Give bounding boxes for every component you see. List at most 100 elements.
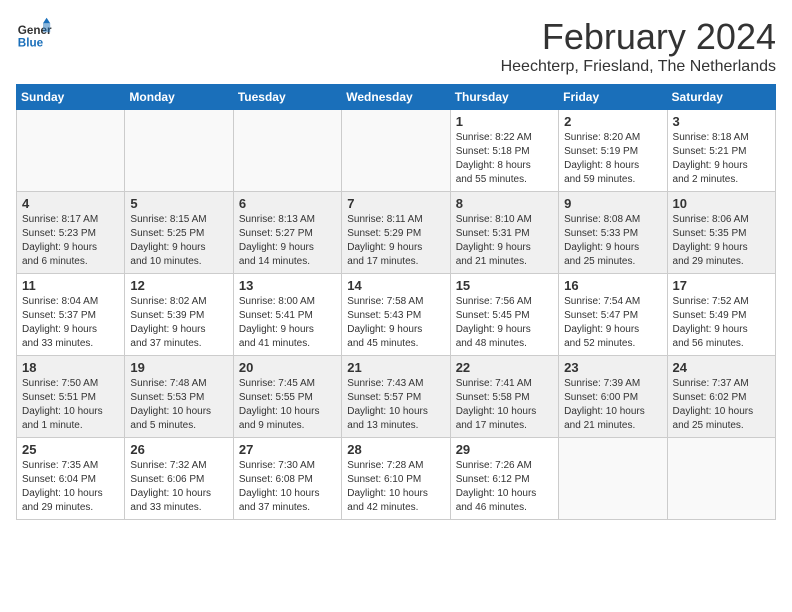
week-row-1: 1 Sunrise: 8:22 AM Sunset: 5:18 PM Daylig… bbox=[17, 110, 776, 192]
day-info: Sunrise: 7:54 AM Sunset: 5:47 PM Dayligh… bbox=[564, 295, 661, 351]
day-cell bbox=[559, 438, 667, 520]
day-cell: 2 Sunrise: 8:20 AM Sunset: 5:19 PM Daylig… bbox=[559, 110, 667, 192]
day-number: 16 bbox=[564, 278, 661, 293]
day-cell bbox=[125, 110, 233, 192]
col-header-tuesday: Tuesday bbox=[233, 85, 341, 110]
day-cell: 3 Sunrise: 8:18 AM Sunset: 5:21 PM Daylig… bbox=[667, 110, 775, 192]
day-cell: 19 Sunrise: 7:48 AM Sunset: 5:53 PM Dayli… bbox=[125, 356, 233, 438]
col-header-sunday: Sunday bbox=[17, 85, 125, 110]
day-cell: 26 Sunrise: 7:32 AM Sunset: 6:06 PM Dayli… bbox=[125, 438, 233, 520]
col-header-monday: Monday bbox=[125, 85, 233, 110]
day-cell: 16 Sunrise: 7:54 AM Sunset: 5:47 PM Dayli… bbox=[559, 274, 667, 356]
day-cell: 17 Sunrise: 7:52 AM Sunset: 5:49 PM Dayli… bbox=[667, 274, 775, 356]
day-number: 27 bbox=[239, 442, 336, 457]
day-number: 2 bbox=[564, 114, 661, 129]
day-cell: 11Sunrise: 8:04 AM Sunset: 5:37 PM Dayli… bbox=[17, 274, 125, 356]
day-number: 20 bbox=[239, 360, 336, 375]
day-info: Sunrise: 7:52 AM Sunset: 5:49 PM Dayligh… bbox=[673, 295, 770, 351]
day-cell: 6 Sunrise: 8:13 AM Sunset: 5:27 PM Daylig… bbox=[233, 192, 341, 274]
day-cell: 8 Sunrise: 8:10 AM Sunset: 5:31 PM Daylig… bbox=[450, 192, 558, 274]
day-number: 29 bbox=[456, 442, 553, 457]
day-info: Sunrise: 8:20 AM Sunset: 5:19 PM Dayligh… bbox=[564, 131, 661, 187]
day-number: 11 bbox=[22, 278, 119, 293]
day-cell: 10 Sunrise: 8:06 AM Sunset: 5:35 PM Dayli… bbox=[667, 192, 775, 274]
day-info: Sunrise: 8:22 AM Sunset: 5:18 PM Dayligh… bbox=[456, 131, 553, 187]
day-info: Sunrise: 7:48 AM Sunset: 5:53 PM Dayligh… bbox=[130, 377, 227, 433]
col-header-wednesday: Wednesday bbox=[342, 85, 450, 110]
day-info: Sunrise: 7:41 AM Sunset: 5:58 PM Dayligh… bbox=[456, 377, 553, 433]
week-row-5: 25 Sunrise: 7:35 AM Sunset: 6:04 PM Dayli… bbox=[17, 438, 776, 520]
day-info: Sunrise: 8:06 AM Sunset: 5:35 PM Dayligh… bbox=[673, 213, 770, 269]
day-info: Sunrise: 8:10 AM Sunset: 5:31 PM Dayligh… bbox=[456, 213, 553, 269]
day-number: 24 bbox=[673, 360, 770, 375]
calendar-table: SundayMondayTuesdayWednesdayThursdayFrid… bbox=[16, 84, 776, 520]
col-header-friday: Friday bbox=[559, 85, 667, 110]
col-header-saturday: Saturday bbox=[667, 85, 775, 110]
day-cell: 13 Sunrise: 8:00 AM Sunset: 5:41 PM Dayli… bbox=[233, 274, 341, 356]
month-title: February 2024 bbox=[501, 16, 776, 58]
day-cell: 29Sunrise: 7:26 AM Sunset: 6:12 PM Dayli… bbox=[450, 438, 558, 520]
day-number: 19 bbox=[130, 360, 227, 375]
week-row-2: 4Sunrise: 8:17 AM Sunset: 5:23 PM Daylig… bbox=[17, 192, 776, 274]
week-row-4: 18 Sunrise: 7:50 AM Sunset: 5:51 PM Dayli… bbox=[17, 356, 776, 438]
day-cell: 23 Sunrise: 7:39 AM Sunset: 6:00 PM Dayli… bbox=[559, 356, 667, 438]
day-number: 28 bbox=[347, 442, 444, 457]
day-number: 12 bbox=[130, 278, 227, 293]
day-number: 8 bbox=[456, 196, 553, 211]
day-info: Sunrise: 7:39 AM Sunset: 6:00 PM Dayligh… bbox=[564, 377, 661, 433]
day-number: 22 bbox=[456, 360, 553, 375]
day-number: 1 bbox=[456, 114, 553, 129]
day-number: 9 bbox=[564, 196, 661, 211]
day-info: Sunrise: 8:18 AM Sunset: 5:21 PM Dayligh… bbox=[673, 131, 770, 187]
day-info: Sunrise: 8:08 AM Sunset: 5:33 PM Dayligh… bbox=[564, 213, 661, 269]
day-number: 7 bbox=[347, 196, 444, 211]
day-cell: 28Sunrise: 7:28 AM Sunset: 6:10 PM Dayli… bbox=[342, 438, 450, 520]
day-number: 25 bbox=[22, 442, 119, 457]
logo: General Blue bbox=[16, 16, 52, 52]
day-cell: 7 Sunrise: 8:11 AM Sunset: 5:29 PM Daylig… bbox=[342, 192, 450, 274]
location-subtitle: Heechterp, Friesland, The Netherlands bbox=[501, 58, 776, 76]
day-cell bbox=[667, 438, 775, 520]
day-number: 13 bbox=[239, 278, 336, 293]
day-cell: 27 Sunrise: 7:30 AM Sunset: 6:08 PM Dayli… bbox=[233, 438, 341, 520]
day-cell bbox=[233, 110, 341, 192]
day-info: Sunrise: 7:43 AM Sunset: 5:57 PM Dayligh… bbox=[347, 377, 444, 433]
day-info: Sunrise: 8:11 AM Sunset: 5:29 PM Dayligh… bbox=[347, 213, 444, 269]
day-cell: 12 Sunrise: 8:02 AM Sunset: 5:39 PM Dayli… bbox=[125, 274, 233, 356]
day-info: Sunrise: 7:56 AM Sunset: 5:45 PM Dayligh… bbox=[456, 295, 553, 351]
day-info: Sunrise: 8:02 AM Sunset: 5:39 PM Dayligh… bbox=[130, 295, 227, 351]
svg-text:Blue: Blue bbox=[18, 37, 44, 50]
day-number: 18 bbox=[22, 360, 119, 375]
day-number: 4 bbox=[22, 196, 119, 211]
day-number: 17 bbox=[673, 278, 770, 293]
day-number: 3 bbox=[673, 114, 770, 129]
day-info: Sunrise: 7:35 AM Sunset: 6:04 PM Dayligh… bbox=[22, 459, 119, 515]
header-row: SundayMondayTuesdayWednesdayThursdayFrid… bbox=[17, 85, 776, 110]
day-info: Sunrise: 7:37 AM Sunset: 6:02 PM Dayligh… bbox=[673, 377, 770, 433]
day-info: Sunrise: 8:15 AM Sunset: 5:25 PM Dayligh… bbox=[130, 213, 227, 269]
day-info: Sunrise: 7:32 AM Sunset: 6:06 PM Dayligh… bbox=[130, 459, 227, 515]
day-number: 15 bbox=[456, 278, 553, 293]
day-info: Sunrise: 7:50 AM Sunset: 5:51 PM Dayligh… bbox=[22, 377, 119, 433]
day-cell bbox=[17, 110, 125, 192]
day-cell: 5 Sunrise: 8:15 AM Sunset: 5:25 PM Daylig… bbox=[125, 192, 233, 274]
day-number: 10 bbox=[673, 196, 770, 211]
day-number: 5 bbox=[130, 196, 227, 211]
day-number: 23 bbox=[564, 360, 661, 375]
day-cell: 14Sunrise: 7:58 AM Sunset: 5:43 PM Dayli… bbox=[342, 274, 450, 356]
logo-icon: General Blue bbox=[16, 16, 52, 52]
day-cell: 21Sunrise: 7:43 AM Sunset: 5:57 PM Dayli… bbox=[342, 356, 450, 438]
day-cell bbox=[342, 110, 450, 192]
day-number: 26 bbox=[130, 442, 227, 457]
day-info: Sunrise: 8:00 AM Sunset: 5:41 PM Dayligh… bbox=[239, 295, 336, 351]
day-cell: 9 Sunrise: 8:08 AM Sunset: 5:33 PM Daylig… bbox=[559, 192, 667, 274]
day-number: 14 bbox=[347, 278, 444, 293]
page-header: General Blue February 2024 Heechterp, Fr… bbox=[16, 16, 776, 76]
day-info: Sunrise: 7:30 AM Sunset: 6:08 PM Dayligh… bbox=[239, 459, 336, 515]
day-cell: 1 Sunrise: 8:22 AM Sunset: 5:18 PM Daylig… bbox=[450, 110, 558, 192]
day-cell: 18 Sunrise: 7:50 AM Sunset: 5:51 PM Dayli… bbox=[17, 356, 125, 438]
day-number: 6 bbox=[239, 196, 336, 211]
week-row-3: 11Sunrise: 8:04 AM Sunset: 5:37 PM Dayli… bbox=[17, 274, 776, 356]
day-info: Sunrise: 8:13 AM Sunset: 5:27 PM Dayligh… bbox=[239, 213, 336, 269]
day-cell: 24 Sunrise: 7:37 AM Sunset: 6:02 PM Dayli… bbox=[667, 356, 775, 438]
